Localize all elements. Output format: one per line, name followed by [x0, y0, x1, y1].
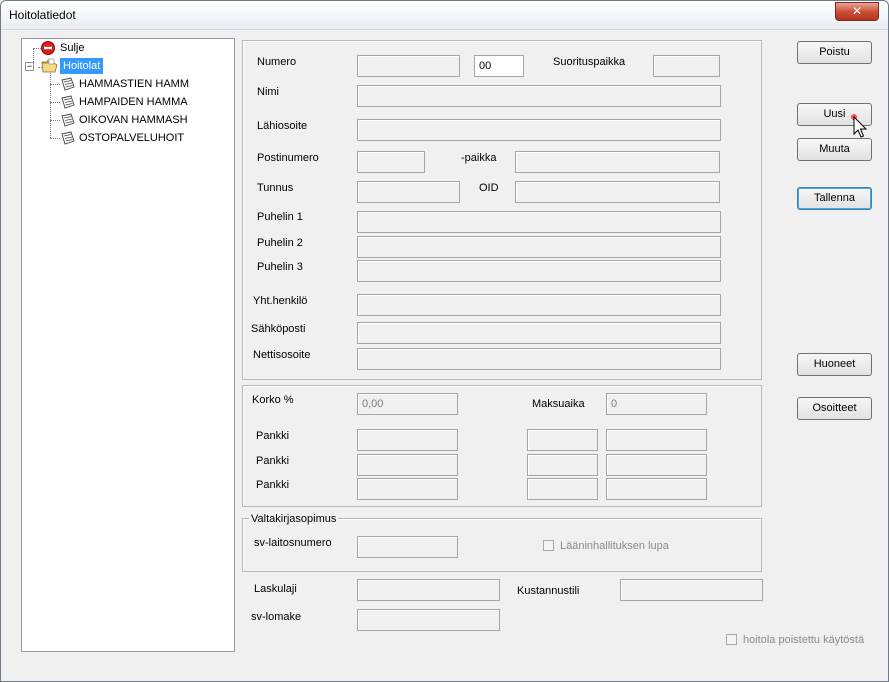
maksuaika-label: Maksuaika	[532, 398, 585, 410]
kustannustili-input[interactable]	[620, 579, 763, 601]
laskulaji-label: Laskulaji	[254, 583, 297, 595]
window-title: Hoitolatiedot	[9, 8, 76, 22]
paikka-label: -paikka	[461, 152, 497, 164]
title-bar: Hoitolatiedot ✕	[1, 1, 888, 30]
oid-label: OID	[479, 182, 499, 194]
sv-laitosnumero-label: sv-laitosnumero	[254, 537, 332, 549]
puhelin2-input[interactable]	[357, 236, 721, 258]
close-icon: ✕	[851, 4, 863, 18]
tree-item-label: OIKOVAN HAMMASH	[79, 114, 188, 126]
nettisosoite-label: Nettisosoite	[253, 349, 311, 361]
pankki-input[interactable]	[606, 454, 707, 476]
puhelin3-label: Puhelin 3	[257, 261, 303, 273]
pankki-input[interactable]	[357, 454, 458, 476]
document-icon	[61, 77, 75, 91]
yhthenkilo-input[interactable]	[357, 294, 721, 316]
close-button[interactable]: ✕	[835, 2, 879, 21]
pankki-input[interactable]	[606, 429, 707, 451]
osoitteet-button[interactable]: Osoitteet	[797, 397, 872, 420]
pankki-input[interactable]	[527, 429, 598, 451]
mouse-cursor-icon	[851, 114, 868, 138]
tree-item-label: HAMMASTIEN HAMM	[79, 78, 189, 90]
pankki-label: Pankki	[256, 479, 290, 491]
sv-lomake-input[interactable]	[357, 609, 500, 631]
laanin-lupa-checkbox[interactable]	[543, 540, 554, 551]
huoneet-button[interactable]: Huoneet	[797, 353, 872, 376]
nimi-input[interactable]	[357, 85, 721, 107]
valtakirja-title: Valtakirjasopimus	[249, 513, 339, 525]
puhelin1-input[interactable]	[357, 211, 721, 233]
document-icon	[61, 113, 75, 127]
poistu-button[interactable]: Poistu	[797, 41, 872, 64]
tallenna-button[interactable]: Tallenna	[797, 187, 872, 210]
document-icon	[61, 131, 75, 145]
puhelin1-label: Puhelin 1	[257, 211, 303, 223]
oid-input[interactable]	[515, 181, 720, 203]
postinumero-input[interactable]	[357, 151, 425, 173]
pankki-label: Pankki	[256, 455, 290, 467]
tree-item-label: Sulje	[60, 42, 85, 54]
poistettu-label: hoitola poistettu käytöstä	[743, 634, 865, 646]
pankki-label: Pankki	[256, 430, 290, 442]
pankki-input[interactable]	[527, 454, 598, 476]
tunnus-label: Tunnus	[257, 182, 294, 194]
tree-item-label: OSTOPALVELUHOIT	[79, 132, 185, 144]
laanin-lupa-label: Lääninhallituksen lupa	[560, 540, 669, 552]
tree-expander[interactable]: −	[25, 62, 34, 71]
korko-input[interactable]: 0,00	[357, 393, 458, 415]
tree-item-label: Hoitolat	[60, 58, 104, 74]
paikka-input[interactable]	[515, 151, 720, 173]
suorituspaikka-input[interactable]	[653, 55, 720, 77]
puhelin2-label: Puhelin 2	[257, 237, 303, 249]
numero-input[interactable]	[357, 55, 460, 77]
maksuaika-input[interactable]: 0	[606, 393, 707, 415]
pankki-input[interactable]	[527, 478, 598, 500]
sv-laitosnumero-input[interactable]	[357, 536, 458, 558]
poistettu-checkbox[interactable]	[726, 634, 737, 645]
pankki-input[interactable]	[357, 478, 458, 500]
muuta-button[interactable]: Muuta	[797, 138, 872, 161]
kustannustili-label: Kustannustili	[517, 585, 580, 597]
pankki-input[interactable]	[357, 429, 458, 451]
laskulaji-input[interactable]	[357, 579, 500, 601]
nimi-label: Nimi	[257, 86, 279, 98]
dialog-window: Hoitolatiedot ✕ Sulje − Hoitolat HAMMAST…	[0, 0, 889, 682]
numero-label: Numero	[257, 56, 297, 68]
postinumero-label: Postinumero	[257, 152, 319, 164]
stop-icon	[41, 41, 55, 55]
puhelin3-input[interactable]	[357, 260, 721, 282]
korko-label: Korko %	[252, 394, 294, 406]
sahkoposti-label: Sähköposti	[251, 323, 306, 335]
nettisosoite-input[interactable]	[357, 348, 721, 370]
suorituspaikka-label: Suorituspaikka	[553, 56, 626, 68]
folder-open-icon	[41, 58, 58, 73]
pankki-input[interactable]	[606, 478, 707, 500]
tree-item-label: HAMPAIDEN HAMMA	[79, 96, 188, 108]
sv-lomake-label: sv-lomake	[251, 611, 302, 623]
document-icon	[61, 95, 75, 109]
lahiosoite-input[interactable]	[357, 119, 721, 141]
lahiosoite-label: Lähiosoite	[257, 120, 308, 132]
sahkoposti-input[interactable]	[357, 322, 721, 344]
yhthenkilo-label: Yht.henkilö	[253, 295, 308, 307]
hoitola-tree[interactable]: Sulje − Hoitolat HAMMASTIEN HAMM HAMPAID…	[21, 38, 235, 652]
tunnus-input[interactable]	[357, 181, 460, 203]
numero-suffix-input[interactable]: 00	[474, 55, 524, 77]
